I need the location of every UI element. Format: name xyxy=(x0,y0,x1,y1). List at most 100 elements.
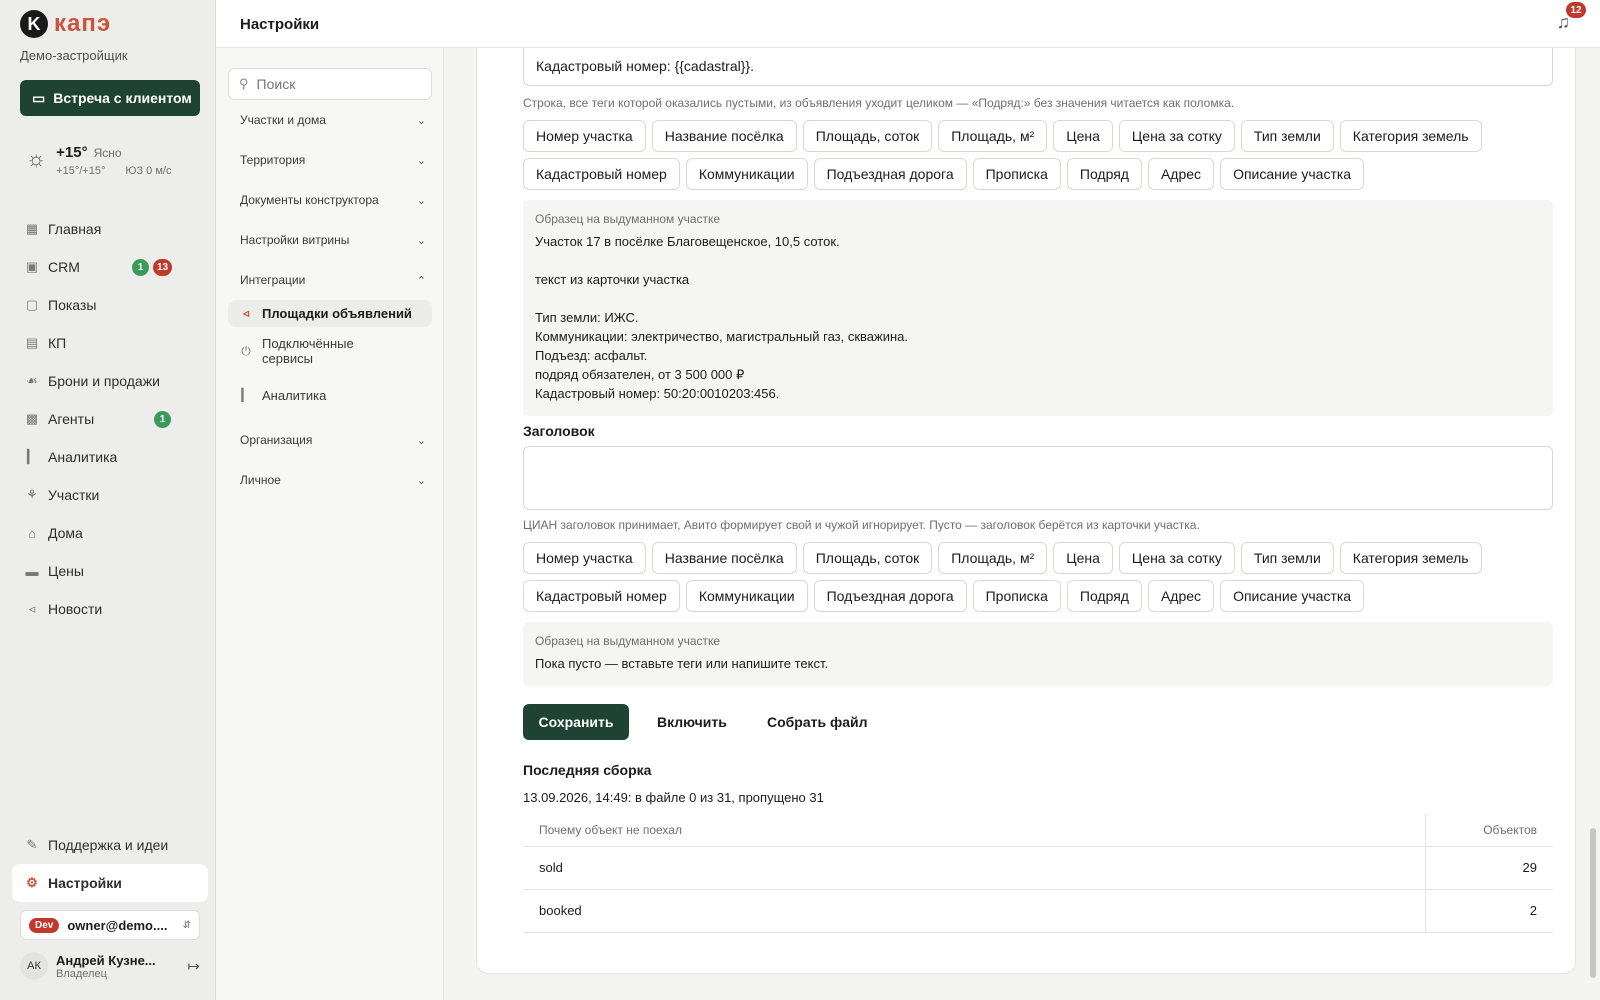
tag-button[interactable]: Категория земель xyxy=(1339,120,1482,152)
section-organization[interactable]: Организация ⌄ xyxy=(240,430,426,450)
nav-item-analytics[interactable]: ▎ Аналитика xyxy=(12,438,208,476)
tag-button[interactable]: Площадь, м² xyxy=(938,120,1048,152)
tag-button[interactable]: Подряд xyxy=(1066,580,1142,612)
tag-button[interactable]: Подряд xyxy=(1066,158,1142,190)
section-showcase[interactable]: Настройки витрины ⌄ xyxy=(240,230,426,250)
tag-button[interactable]: Адрес xyxy=(1147,158,1215,190)
nav-item-news[interactable]: ◃ Новости xyxy=(12,590,208,628)
nav-item-agents[interactable]: ▩ Агенты 1 xyxy=(12,400,208,438)
nav-item-kp[interactable]: ▤ КП xyxy=(12,324,208,362)
section-personal[interactable]: Личное ⌄ xyxy=(240,470,426,490)
tag-button[interactable]: Цена за сотку xyxy=(1118,542,1235,574)
nav-label: Показы xyxy=(48,297,97,313)
settings-search[interactable]: ⚲ xyxy=(228,68,432,100)
tag-button[interactable]: Прописка xyxy=(972,580,1061,612)
tag-button[interactable]: Тип земли xyxy=(1240,120,1334,152)
section-plots[interactable]: Участки и дома ⌄ xyxy=(240,110,426,130)
nav-item-crm[interactable]: ▣ CRM 1 13 xyxy=(12,248,208,286)
account-switcher[interactable]: Dev owner@demo.... ⇵ xyxy=(20,910,200,940)
menu-item-connected-services[interactable]: ⏻ Подключённые сервисы xyxy=(228,330,432,372)
tag-button[interactable]: Подъездная дорога xyxy=(813,158,967,190)
tag-button[interactable]: Цена xyxy=(1053,120,1113,152)
env-badge: Dev xyxy=(29,917,60,933)
tag-button[interactable]: Площадь, соток xyxy=(802,120,933,152)
logo[interactable]: K капэ xyxy=(20,10,111,38)
nav-item-plots[interactable]: ⚘ Участки xyxy=(12,476,208,514)
sample-line: текст из карточки участка xyxy=(535,272,690,287)
crm-icon: ▣ xyxy=(25,259,39,274)
nav-item-prices[interactable]: ▬ Цены xyxy=(12,552,208,590)
section-label: Интеграции xyxy=(240,273,306,287)
chevron-down-icon: ⌄ xyxy=(416,474,426,487)
tag-button[interactable]: Коммуникации xyxy=(685,580,808,612)
tag-button[interactable]: Адрес xyxy=(1147,580,1215,612)
tag-button[interactable]: Кадастровый номер xyxy=(523,158,680,190)
section-integrations[interactable]: Интеграции ⌃ xyxy=(240,270,426,290)
nav-label: Дома xyxy=(48,525,83,541)
menu-item-ad-platforms[interactable]: ◃ Площадки объявлений xyxy=(228,300,432,327)
section-docs[interactable]: Документы конструктора ⌄ xyxy=(240,190,426,210)
tag-button[interactable]: Цена xyxy=(1053,542,1113,574)
nav-label: Новости xyxy=(48,601,103,617)
tag-button[interactable]: Коммуникации xyxy=(685,158,808,190)
gear-icon: ⚙ xyxy=(26,875,38,890)
reason-cell: sold xyxy=(523,846,1425,890)
description-template-field[interactable]: Кадастровый номер: {{cadastral}}. xyxy=(523,48,1553,86)
tag-button[interactable]: Цена за сотку xyxy=(1118,120,1235,152)
tag-button[interactable]: Номер участка xyxy=(523,542,646,574)
sample-caption: Образец на выдуманном участке xyxy=(535,634,721,648)
tag-button[interactable]: Категория земель xyxy=(1339,542,1482,574)
section-label: Организация xyxy=(240,433,313,447)
section-label: Территория xyxy=(240,153,306,167)
description-template-value: Кадастровый номер: {{cadastral}}. xyxy=(536,58,754,74)
tag-button[interactable]: Номер участка xyxy=(523,120,646,152)
nav-label: Брони и продажи xyxy=(48,373,160,389)
enable-button[interactable]: Включить xyxy=(657,704,727,740)
count-cell: 2 xyxy=(1424,889,1553,933)
count-cell: 29 xyxy=(1424,846,1553,890)
section-territory[interactable]: Территория ⌄ xyxy=(240,150,426,170)
tag-row-1: Номер участка Название посёлка Площадь, … xyxy=(523,120,1488,152)
section-label: Участки и дома xyxy=(240,113,326,127)
title-field-label: Заголовок xyxy=(523,423,595,439)
ad-platform-settings-card: Кадастровый номер: {{cadastral}}. Строка… xyxy=(476,48,1576,974)
search-input[interactable] xyxy=(256,76,417,92)
tag-button[interactable]: Площадь, м² xyxy=(938,542,1048,574)
nav-item-showings[interactable]: ▢ Показы xyxy=(12,286,208,324)
tag-button[interactable]: Прописка xyxy=(972,158,1061,190)
tag-button[interactable]: Описание участка xyxy=(1220,580,1365,612)
nav-item-houses[interactable]: ⌂ Дома xyxy=(12,514,208,552)
sample-line: Пока пусто — вставьте теги или напишите … xyxy=(535,656,829,671)
tag-button[interactable]: Описание участка xyxy=(1220,158,1365,190)
menu-item-analytics[interactable]: ▎ Аналитика xyxy=(228,382,432,409)
client-meeting-button[interactable]: ▭ Встреча с клиентом xyxy=(20,80,200,116)
tag-button[interactable]: Тип земли xyxy=(1240,542,1334,574)
last-build-title: Последняя сборка xyxy=(523,762,652,778)
sample-line: Подъезд: асфальт. xyxy=(535,348,648,363)
nav-item-settings[interactable]: ⚙ Настройки xyxy=(12,864,208,902)
tag-button[interactable]: Название посёлка xyxy=(651,120,797,152)
tag-button[interactable]: Площадь, соток xyxy=(802,542,933,574)
title-template-field[interactable] xyxy=(523,446,1553,510)
save-button[interactable]: Сохранить xyxy=(523,704,629,740)
chevron-updown-icon: ⇵ xyxy=(182,919,191,931)
logout-icon[interactable]: ↦ xyxy=(187,957,200,975)
house-icon: ⌂ xyxy=(28,525,36,541)
menu-item-label-line-2: сервисы xyxy=(262,351,313,366)
nav-label: Агенты xyxy=(48,411,95,427)
crm-badge-red: 13 xyxy=(153,258,173,276)
description-sample: Образец на выдуманном участке Участок 17… xyxy=(523,200,1553,416)
build-file-button[interactable]: Собрать файл xyxy=(767,704,868,740)
nav-item-support[interactable]: ✎ Поддержка и идеи xyxy=(12,826,208,864)
main-nav: ▦ Главная ▣ CRM 1 13 ▢ Показы ▤ КП ☙ Брони и п… xyxy=(12,210,208,628)
scrollbar[interactable] xyxy=(1590,828,1596,978)
avatar[interactable]: АК xyxy=(20,952,48,980)
tag-button[interactable]: Подъездная дорога xyxy=(813,580,967,612)
nav-item-home[interactable]: ▦ Главная xyxy=(12,210,208,248)
chat-plus-icon: ✎ xyxy=(26,837,38,852)
nav-item-bookings[interactable]: ☙ Брони и продажи xyxy=(12,362,208,400)
tag-button[interactable]: Кадастровый номер xyxy=(523,580,680,612)
tag-button[interactable]: Название посёлка xyxy=(651,542,797,574)
top-bar: Настройки ♫ 12 xyxy=(216,0,1600,48)
tag-row-2: Кадастровый номер Коммуникации Подъездна… xyxy=(523,158,1370,190)
